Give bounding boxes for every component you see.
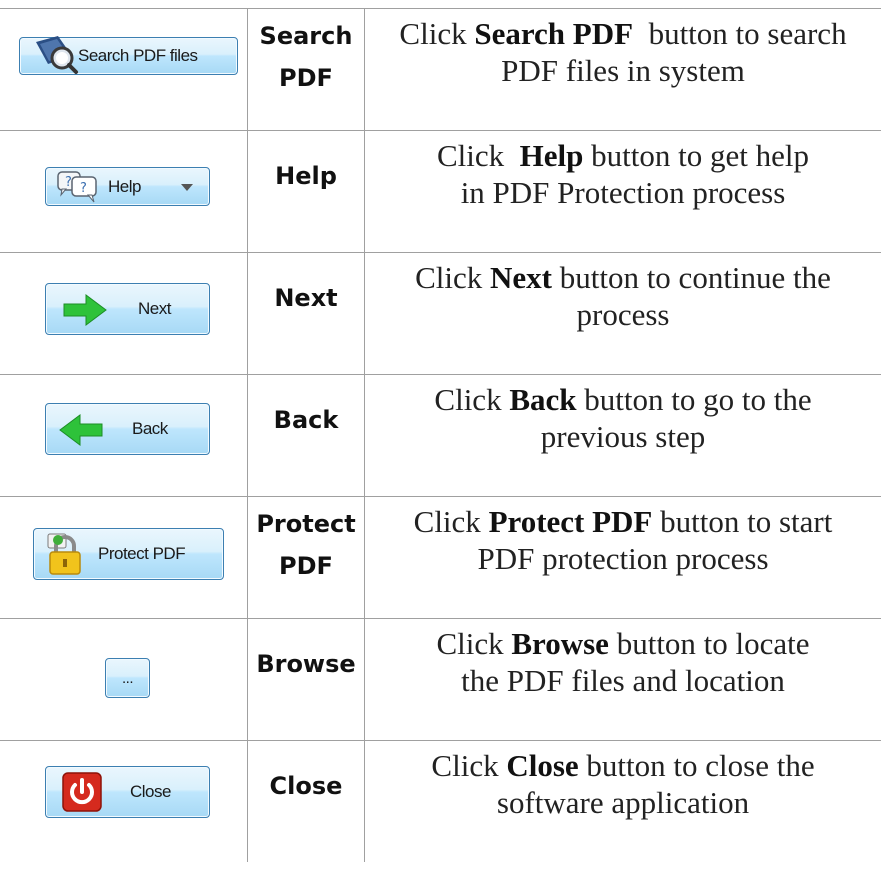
green-right-arrow-icon	[63, 294, 107, 326]
table-row: Back Back Click Back button to go to the…	[0, 374, 881, 497]
button-label: Search PDF files	[78, 46, 198, 65]
button-name: Browse	[256, 650, 356, 678]
button-description: Click Protect PDF button to start PDF pr…	[413, 504, 833, 576]
button-name: Help	[275, 162, 337, 190]
table-row: Next Next Click Next button to continue …	[0, 252, 881, 375]
help-button[interactable]: ? ? Help	[45, 167, 210, 206]
magnifier-icon	[36, 36, 78, 74]
table-row: ... Browse Click Browse button to locate…	[0, 618, 881, 741]
button-description: Click Back button to go to the previous …	[434, 382, 812, 454]
table-row: Protect PDF Protect PDF Click Protect PD…	[0, 496, 881, 619]
help-speech-icon: ? ?	[57, 171, 97, 203]
close-button[interactable]: Close	[45, 766, 210, 818]
button-name: Close	[269, 772, 343, 800]
button-label: Close	[130, 782, 171, 801]
green-left-arrow-icon	[59, 414, 103, 446]
button-name: Search	[259, 22, 353, 50]
power-icon	[62, 772, 102, 812]
protect-pdf-button[interactable]: Protect PDF	[33, 528, 224, 580]
button-name: PDF	[279, 552, 333, 580]
next-button[interactable]: Next	[45, 283, 210, 335]
padlock-icon	[47, 533, 81, 575]
button-description: Click Next button to continue the proces…	[415, 260, 831, 332]
button-label: Protect PDF	[98, 544, 186, 563]
button-label: ...	[121, 669, 134, 687]
button-description: Click Close button to close the software…	[431, 748, 815, 820]
button-reference-table: Search PDF files Search PDF Click Search…	[0, 8, 881, 862]
button-name: Back	[273, 406, 339, 434]
button-name: PDF	[279, 64, 333, 92]
button-description: Click Browse button to locate the PDF fi…	[436, 626, 810, 698]
button-description: Click Search PDF button to search PDF fi…	[399, 16, 847, 88]
button-name: Protect	[256, 510, 356, 538]
button-label: Next	[138, 299, 171, 318]
table-row: Search PDF files Search PDF Click Search…	[0, 8, 881, 131]
back-button[interactable]: Back	[45, 403, 210, 455]
button-name: Next	[274, 284, 338, 312]
table-row: ? ? Help Help Click Help button to get h…	[0, 130, 881, 253]
table-row: Close Close Click Close button to close …	[0, 740, 881, 862]
chevron-down-icon	[181, 184, 193, 191]
svg-text:?: ?	[80, 181, 86, 196]
button-label: Help	[108, 177, 141, 196]
search-pdf-files-button[interactable]: Search PDF files	[19, 36, 238, 75]
button-description: Click Help button to get help in PDF Pro…	[437, 138, 809, 210]
svg-text:?: ?	[65, 175, 71, 190]
browse-button[interactable]: ...	[105, 658, 150, 698]
button-label: Back	[132, 419, 168, 438]
